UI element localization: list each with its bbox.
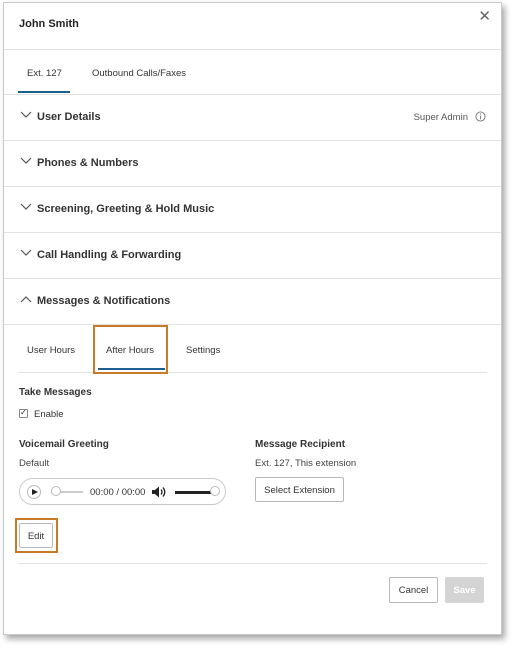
message-recipient-value: Ext. 127, This extension	[255, 458, 357, 469]
volume-icon[interactable]	[151, 485, 167, 499]
after-hours-highlight	[93, 325, 168, 374]
dialog-header: John Smith ✕	[4, 3, 501, 50]
volume-track[interactable]	[175, 491, 215, 494]
subtab-settings[interactable]: Settings	[186, 345, 220, 356]
section-call-handling-forwarding[interactable]: Call Handling & Forwarding	[4, 233, 501, 279]
section-messages-notifications[interactable]: Messages & Notifications	[4, 279, 501, 325]
volume-handle[interactable]	[210, 486, 220, 496]
subtab-user-hours[interactable]: User Hours	[27, 345, 75, 356]
voicemail-greeting-value: Default	[19, 458, 50, 469]
top-tabs: Ext. 127 Outbound Calls/Faxes	[4, 50, 501, 95]
voicemail-greeting-title: Voicemail Greeting	[19, 439, 109, 450]
chevron-up-icon	[20, 296, 32, 303]
section-label: Call Handling & Forwarding	[37, 249, 182, 261]
progress-handle[interactable]	[51, 486, 61, 496]
edit-button[interactable]: Edit	[19, 523, 53, 548]
save-button[interactable]: Save	[445, 577, 484, 603]
chevron-down-icon	[20, 249, 32, 256]
play-icon[interactable]	[27, 485, 41, 499]
user-settings-dialog: John Smith ✕ Ext. 127 Outbound Calls/Fax…	[3, 2, 502, 635]
enable-label: Enable	[34, 409, 64, 420]
take-messages-title: Take Messages	[19, 387, 92, 398]
section-screening-greeting-hold-music[interactable]: Screening, Greeting & Hold Music	[4, 187, 501, 233]
close-icon[interactable]: ✕	[478, 9, 491, 24]
section-label: User Details	[37, 111, 101, 123]
dialog-title: John Smith	[19, 18, 79, 30]
section-label: Messages & Notifications	[37, 295, 171, 307]
active-tab-indicator	[18, 91, 70, 93]
section-label: Screening, Greeting & Hold Music	[37, 203, 215, 215]
tab-ext-127[interactable]: Ext. 127	[27, 68, 62, 79]
tab-outbound-calls-faxes[interactable]: Outbound Calls/Faxes	[92, 68, 186, 79]
chevron-down-icon	[20, 111, 32, 118]
audio-player: 00:00 / 00:00	[19, 478, 226, 505]
section-label: Phones & Numbers	[37, 157, 139, 169]
message-recipient-title: Message Recipient	[255, 439, 346, 450]
cancel-button[interactable]: Cancel	[389, 577, 438, 603]
section-phones-numbers[interactable]: Phones & Numbers	[4, 141, 501, 187]
divider	[18, 563, 487, 564]
section-user-details[interactable]: User Details Super Admin	[4, 95, 501, 141]
chevron-down-icon	[20, 157, 32, 164]
info-icon[interactable]	[475, 111, 486, 122]
messages-subtabs: User Hours After Hours Settings	[18, 326, 487, 373]
enable-checkbox[interactable]	[19, 408, 28, 418]
role-badge: Super Admin	[413, 112, 468, 123]
select-extension-button[interactable]: Select Extension	[255, 477, 344, 502]
chevron-down-icon	[20, 203, 32, 210]
playback-time: 00:00 / 00:00	[90, 487, 146, 498]
